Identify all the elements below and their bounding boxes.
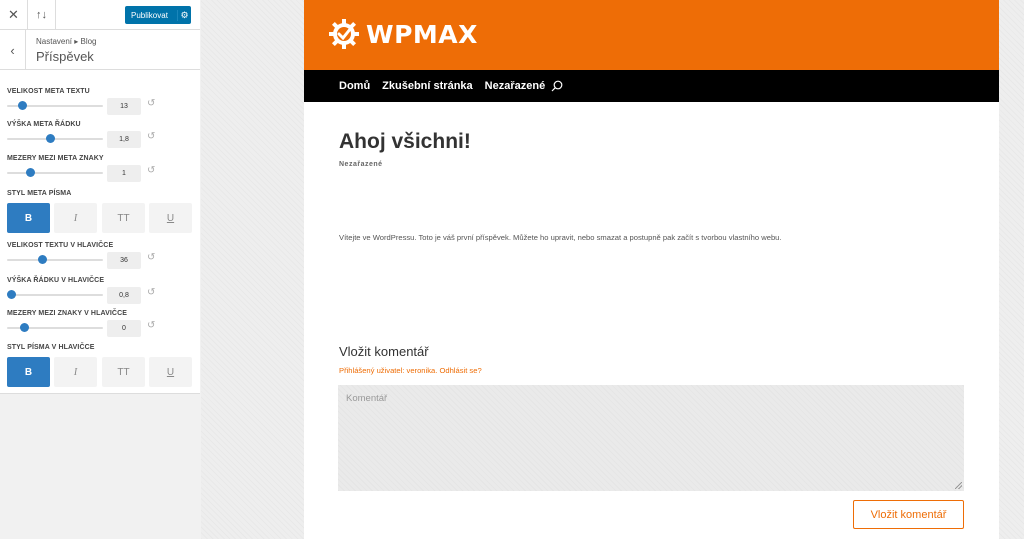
slider[interactable]: [7, 289, 103, 301]
meta-letter-spacing-control: MEZERY MEZI META ZNAKY 1 ↺: [7, 155, 197, 182]
site-header: WPMAX: [304, 0, 999, 70]
meta-line-height-control: VÝŠKA META ŘÁDKU 1,8 ↺: [7, 121, 197, 148]
control-label: STYL PÍSMA V HLAVIČCE: [7, 344, 95, 351]
underline-button[interactable]: U: [149, 357, 192, 387]
value-input[interactable]: 0: [107, 320, 141, 337]
publish-button[interactable]: Publikovat ⚙: [125, 6, 191, 24]
slider-thumb[interactable]: [26, 168, 36, 177]
customizer-sidebar: ✕ ↑↓ Publikovat ⚙ ‹ Nastavení ▸ Blog Pří…: [0, 0, 200, 539]
value-input[interactable]: 13: [107, 98, 141, 115]
value-input[interactable]: 1,8: [107, 131, 141, 148]
slider-track: [7, 259, 103, 261]
logged-in-link[interactable]: Přihlášený uživatel: veronika. Odhlásit …: [339, 366, 482, 375]
slider-track: [7, 172, 103, 174]
reset-icon[interactable]: ↺: [147, 165, 155, 176]
slider-thumb[interactable]: [20, 323, 30, 332]
resize-grip-icon[interactable]: [955, 482, 962, 489]
meta-style-buttons: B I TT U: [7, 203, 193, 233]
control-label: MEZERY MEZI ZNAKY V HLAVIČCE: [7, 310, 127, 317]
reset-icon[interactable]: ↺: [147, 320, 155, 331]
comment-placeholder: Komentář: [346, 393, 388, 404]
site-nav: Domů Zkušební stránka Nezařazené: [304, 70, 999, 102]
slider-track: [7, 294, 103, 296]
slider[interactable]: [7, 167, 103, 179]
reset-icon[interactable]: ↺: [147, 131, 155, 142]
header-letter-spacing-control: MEZERY MEZI ZNAKY V HLAVIČCE 0 ↺: [7, 310, 197, 337]
value-input[interactable]: 1: [107, 165, 141, 182]
bold-button[interactable]: B: [7, 203, 50, 233]
comment-heading: Vložit komentář: [339, 344, 429, 359]
slider[interactable]: [7, 133, 103, 145]
control-label: VÝŠKA META ŘÁDKU: [7, 121, 81, 128]
close-icon[interactable]: ✕: [0, 0, 28, 30]
header-style-buttons: B I TT U: [7, 357, 193, 387]
reset-icon[interactable]: ↺: [147, 252, 155, 263]
uppercase-button[interactable]: TT: [102, 357, 145, 387]
slider[interactable]: [7, 100, 103, 112]
site-logo[interactable]: WPMAX: [328, 18, 478, 50]
slider-thumb[interactable]: [18, 101, 28, 110]
search-icon[interactable]: [551, 80, 563, 92]
slider-thumb[interactable]: [7, 290, 16, 299]
controls-panel: VELIKOST META TEXTU 13 ↺ VÝŠKA META ŘÁDK…: [0, 70, 200, 394]
slider-thumb[interactable]: [46, 134, 56, 143]
post-body: Vítejte ve WordPressu. Toto je váš první…: [339, 233, 782, 242]
slider-thumb[interactable]: [38, 255, 48, 264]
gear-icon[interactable]: ⚙: [177, 9, 191, 21]
header-line-height-control: VÝŠKA ŘÁDKU V HLAVIČCE 0,8 ↺: [7, 277, 197, 304]
logo-icon: [329, 19, 359, 49]
header-font-size-control: VELIKOST TEXTU V HLAVIČCE 36 ↺: [7, 242, 197, 269]
control-label: STYL META PÍSMA: [7, 190, 72, 197]
slider[interactable]: [7, 322, 103, 334]
meta-style-control: STYL META PÍSMA: [7, 190, 197, 197]
meta-font-size-control: VELIKOST META TEXTU 13 ↺: [7, 88, 197, 115]
nav-item-uncategorized[interactable]: Nezařazené: [485, 80, 546, 92]
italic-button[interactable]: I: [54, 357, 97, 387]
value-input[interactable]: 0,8: [107, 287, 141, 304]
value-input[interactable]: 36: [107, 252, 141, 269]
bold-button[interactable]: B: [7, 357, 50, 387]
comment-textarea[interactable]: Komentář: [338, 385, 964, 491]
post-category[interactable]: Nezařazené: [339, 161, 383, 168]
submit-comment-button[interactable]: Vložit komentář: [853, 500, 964, 529]
site-preview: WPMAX Domů Zkušební stránka Nezařazené A…: [304, 0, 999, 539]
italic-button[interactable]: I: [54, 203, 97, 233]
publish-label: Publikovat: [131, 10, 168, 20]
logo-text: WPMAX: [366, 19, 478, 49]
control-label: VELIKOST TEXTU V HLAVIČCE: [7, 242, 114, 249]
underline-button[interactable]: U: [149, 203, 192, 233]
section-title: Příspěvek: [36, 49, 94, 64]
nav-item-sample-page[interactable]: Zkušební stránka: [382, 80, 472, 92]
nav-item-home[interactable]: Domů: [339, 80, 370, 92]
post-title[interactable]: Ahoj všichni!: [339, 130, 471, 154]
reset-icon[interactable]: ↺: [147, 287, 155, 298]
section-header: ‹ Nastavení ▸ Blog Příspěvek: [0, 30, 200, 70]
control-label: VELIKOST META TEXTU: [7, 88, 90, 95]
control-label: VÝŠKA ŘÁDKU V HLAVIČCE: [7, 277, 105, 284]
breadcrumb: Nastavení ▸ Blog: [36, 37, 97, 46]
reset-icon[interactable]: ↺: [147, 98, 155, 109]
control-label: MEZERY MEZI META ZNAKY: [7, 155, 104, 162]
slider[interactable]: [7, 254, 103, 266]
reorder-icon[interactable]: ↑↓: [28, 0, 56, 30]
back-icon[interactable]: ‹: [0, 30, 26, 70]
uppercase-button[interactable]: TT: [102, 203, 145, 233]
customizer-header: ✕ ↑↓ Publikovat ⚙: [0, 0, 200, 30]
header-style-control: STYL PÍSMA V HLAVIČCE: [7, 344, 197, 351]
